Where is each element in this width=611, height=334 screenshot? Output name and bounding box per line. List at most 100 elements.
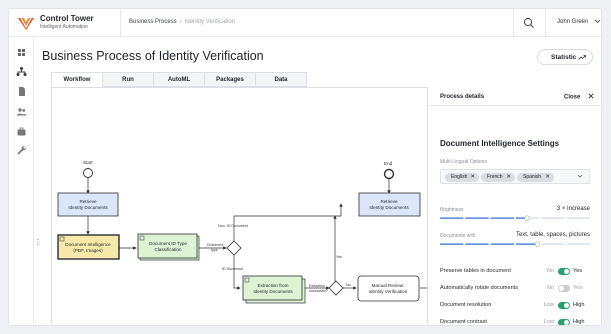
task-retrieve-left-line2: Identity Documents (68, 205, 108, 210)
edge-label-extraction-1: Extraction (309, 284, 325, 288)
task-doc-intel-line1: Document Intelligence (65, 242, 111, 247)
document-icon[interactable] (15, 85, 28, 98)
sidebar (9, 37, 34, 325)
slider-track-segment (541, 243, 565, 245)
toggle-label: Preserve tables in document (440, 268, 511, 274)
task-manual-review-line1: Manual Review: (372, 283, 405, 288)
breadcrumb-parent[interactable]: Business Process (129, 19, 177, 25)
slider-track-segment (541, 217, 565, 219)
chevron-down-icon (577, 174, 583, 178)
chevron-down-icon (594, 19, 601, 24)
dashboard-icon[interactable] (15, 46, 28, 59)
toggle-knob (564, 320, 569, 325)
gateway-document-type[interactable] (226, 240, 242, 256)
toggle-knob (559, 286, 564, 291)
users-icon[interactable] (15, 105, 28, 118)
tab-workflow[interactable]: Workflow (51, 72, 103, 87)
task-extraction-line2: Identity Documents (253, 289, 293, 294)
brand-logo-icon (18, 17, 34, 30)
edge-label-extraction-2: successful? (309, 289, 328, 293)
tab-run[interactable]: Run (102, 72, 154, 87)
task-retrieve-left-line1: Retrieve (79, 199, 97, 204)
slider-track-segment (566, 217, 590, 219)
toggle-row: Document resolution Low High (440, 301, 592, 311)
task-extraction[interactable] (242, 275, 303, 301)
documents-with-slider[interactable] (440, 241, 590, 247)
edge-label-no: No (346, 283, 351, 287)
breadcrumb-separator: › (179, 19, 182, 25)
app-subtitle: Intelligent Automation (40, 24, 88, 30)
slider-fill-segment (465, 243, 489, 245)
chip-french: French ✕ (481, 173, 515, 182)
task-doc-intel-line2: (PDF, Images) (73, 248, 103, 253)
slider-fill-segment (440, 243, 464, 245)
panel-header: Process details Close (428, 87, 601, 106)
task-manual-review-line2: Identity Verification (369, 289, 408, 294)
wrench-icon[interactable] (15, 144, 28, 157)
task-extraction-line1: Extraction from (258, 283, 289, 288)
end-label: End (384, 161, 393, 166)
end-event[interactable] (383, 168, 395, 180)
user-menu[interactable]: John Green (557, 19, 601, 25)
toggle-label: Automatically rotate documents (440, 285, 519, 291)
trend-icon (578, 55, 586, 60)
toggle-row: Preserve tables in document No Yes (440, 267, 592, 277)
page-title: Business Process of Identity Verificatio… (42, 49, 264, 63)
multilingual-label: Multi-Lingual Options (440, 159, 487, 165)
preserve-tables-toggle[interactable] (558, 268, 570, 275)
process-icon[interactable] (15, 65, 28, 78)
resolution-toggle[interactable] (558, 302, 570, 309)
workflow-edges (86, 173, 428, 290)
edge-label-doc-type-1: Document (207, 243, 223, 247)
statistic-button[interactable]: Statistic (537, 49, 593, 65)
start-event[interactable] (83, 168, 93, 178)
slider-fill-segment (440, 217, 464, 219)
workflow-canvas[interactable]: Start End Retrieve Identity Documents Do… (51, 87, 428, 325)
toggle-label: Document resolution (440, 302, 492, 308)
statistic-label: Statistic (551, 54, 577, 61)
gateway-extraction-successful[interactable] (328, 280, 344, 296)
task-classification[interactable] (137, 233, 198, 259)
remove-chip-icon[interactable]: ✕ (470, 173, 475, 182)
remove-chip-icon[interactable]: ✕ (545, 173, 550, 182)
task-retrieve-right-line2: Identity Documents (369, 205, 409, 210)
brand[interactable]: Control Tower Intelligent Automation (17, 13, 125, 33)
tab-packages[interactable]: Packages (204, 72, 256, 87)
search-icon[interactable] (522, 16, 536, 30)
task-retrieve-right-line1: Retrieve (380, 199, 398, 204)
tab-automl[interactable]: AutoML (153, 72, 205, 87)
user-name: John Green (557, 19, 589, 26)
edge-label-non-id: Non- ID Document (218, 224, 248, 228)
slider-thumb[interactable] (524, 215, 530, 221)
sidebar-resize-handle[interactable] (36, 238, 40, 246)
toggle-off-label: No (546, 285, 554, 291)
edge-label-yes: Yes (336, 255, 342, 259)
workflow-diagram: Start End Retrieve Identity Documents Do… (57, 160, 428, 304)
slider-fill-segment (490, 243, 514, 245)
toggle-on-label: Yes (573, 268, 583, 274)
toggle-off-label: No (546, 268, 554, 274)
documents-with-label: Documents with (440, 233, 476, 239)
documents-with-value: Text, table, spaces, pictures (515, 232, 590, 238)
toggle-label: Document contrast (440, 319, 487, 325)
chip-label: English (451, 174, 468, 180)
slider-thumb[interactable] (534, 241, 541, 247)
divider (513, 9, 514, 37)
tab-data[interactable]: Data (255, 72, 307, 87)
close-button[interactable]: Close (564, 93, 594, 101)
auto-rotate-toggle[interactable] (558, 285, 570, 292)
section-title: Document Intelligence Settings (440, 139, 560, 148)
brightness-slider[interactable] (440, 215, 590, 221)
contrast-toggle[interactable] (558, 319, 570, 325)
chip-english: English ✕ (445, 173, 479, 182)
app-window: Control Tower Intelligent Automation Bus… (8, 8, 602, 326)
toggle-off-label: Low (543, 302, 554, 308)
slider-track-segment (566, 243, 590, 245)
remove-chip-icon[interactable]: ✕ (506, 173, 511, 182)
briefcase-icon[interactable] (15, 125, 28, 138)
multilingual-select[interactable]: English ✕ French ✕ Spanish ✕ (440, 169, 590, 184)
task-document-intelligence[interactable] (57, 234, 120, 260)
divider (545, 9, 546, 37)
top-bar: Control Tower Intelligent Automation Bus… (9, 9, 601, 37)
start-label: Start (83, 160, 93, 165)
